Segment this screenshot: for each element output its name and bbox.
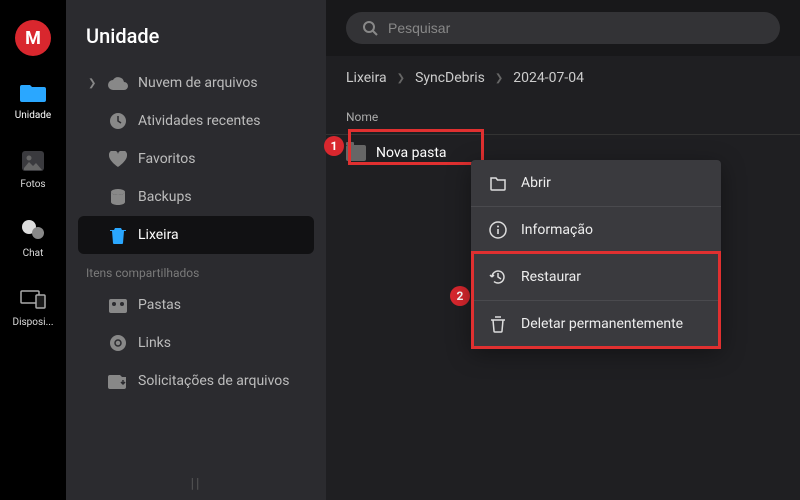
context-item-label: Abrir: [521, 175, 551, 191]
sidebar-item-cloud[interactable]: ❯ Nuvem de arquivos: [78, 64, 314, 102]
app-rail: M Unidade Fotos Chat Disposi...: [0, 0, 66, 500]
annotation-badge-2: 2: [450, 286, 470, 306]
folder-icon: [346, 145, 366, 161]
topbar: [326, 0, 800, 56]
database-icon: [108, 187, 128, 207]
sidebar-item-trash[interactable]: Lixeira: [78, 216, 314, 254]
context-menu: Abrir Informação Restaurar Deletar perma…: [471, 160, 721, 347]
context-restore[interactable]: Restaurar: [471, 254, 721, 301]
sidebar-item-recent[interactable]: Atividades recentes: [78, 102, 314, 140]
annotation-badge-1: 1: [324, 136, 344, 156]
row-name: Nova pasta: [376, 145, 447, 161]
context-open[interactable]: Abrir: [471, 160, 721, 207]
sidebar-item-label: Backups: [138, 189, 192, 205]
sidebar-section-shared: Itens compartilhados: [66, 254, 326, 286]
context-info[interactable]: Informação: [471, 207, 721, 254]
rail-item-chat[interactable]: Chat: [0, 212, 66, 263]
inbox-icon: [108, 371, 128, 391]
rail-label: Fotos: [20, 179, 45, 190]
rail-label: Chat: [23, 248, 44, 259]
trash-icon: [489, 315, 507, 333]
folder-open-icon: [489, 174, 507, 192]
sidebar-shared-tree: Pastas Links Solicitações de arquivos: [66, 286, 326, 400]
breadcrumb-item[interactable]: Lixeira: [346, 70, 387, 86]
sidebar-item-links[interactable]: Links: [78, 324, 314, 362]
rail-item-drive[interactable]: Unidade: [0, 74, 66, 125]
rail-item-devices[interactable]: Disposi...: [0, 281, 66, 332]
sidebar-title: Unidade: [66, 0, 326, 64]
sidebar-item-requests[interactable]: Solicitações de arquivos: [78, 362, 314, 400]
chat-icon: [19, 216, 47, 244]
rail-label: Disposi...: [13, 317, 54, 328]
sidebar-item-folders[interactable]: Pastas: [78, 286, 314, 324]
context-delete[interactable]: Deletar permanentemente: [471, 301, 721, 347]
sidebar-item-label: Nuvem de arquivos: [138, 75, 258, 91]
sidebar-item-label: Atividades recentes: [138, 113, 260, 129]
column-name[interactable]: Nome: [346, 110, 378, 124]
link-icon: [108, 333, 128, 353]
shared-folder-icon: [108, 295, 128, 315]
restore-icon: [489, 268, 507, 286]
context-item-label: Deletar permanentemente: [521, 316, 683, 332]
sidebar-item-favorites[interactable]: Favoritos: [78, 140, 314, 178]
sidebar-item-label: Links: [138, 335, 171, 351]
heart-icon: [108, 149, 128, 169]
breadcrumb-item[interactable]: SyncDebris: [415, 70, 485, 86]
sidebar: Unidade ❯ Nuvem de arquivos Atividades r…: [66, 0, 326, 500]
cloud-icon: [108, 73, 128, 93]
folder-icon: [19, 78, 47, 106]
chevron-right-icon: ❯: [495, 73, 503, 84]
info-icon: [489, 221, 507, 239]
breadcrumb-item[interactable]: 2024-07-04: [513, 70, 584, 86]
search-box[interactable]: [346, 12, 780, 44]
sidebar-tree: ❯ Nuvem de arquivos Atividades recentes …: [66, 64, 326, 254]
sidebar-item-label: Lixeira: [138, 227, 179, 243]
table-header: Nome: [326, 100, 800, 135]
clock-icon: [108, 111, 128, 131]
sidebar-item-label: Pastas: [138, 297, 181, 313]
sidebar-item-backups[interactable]: Backups: [78, 178, 314, 216]
devices-icon: [19, 285, 47, 313]
sidebar-item-label: Solicitações de arquivos: [138, 373, 289, 389]
app-logo[interactable]: M: [15, 20, 51, 56]
chevron-right-icon: ❯: [397, 73, 405, 84]
context-item-label: Informação: [521, 222, 593, 238]
trash-icon: [108, 225, 128, 245]
breadcrumb: Lixeira ❯ SyncDebris ❯ 2024-07-04: [326, 56, 800, 100]
rail-label: Unidade: [15, 110, 51, 121]
resize-handle[interactable]: ||: [66, 468, 326, 500]
rail-item-photos[interactable]: Fotos: [0, 143, 66, 194]
image-icon: [19, 147, 47, 175]
sidebar-item-label: Favoritos: [138, 151, 195, 167]
search-icon: [362, 20, 378, 36]
search-input[interactable]: [388, 20, 764, 36]
main-content: Lixeira ❯ SyncDebris ❯ 2024-07-04 Nome N…: [326, 0, 800, 500]
chevron-right-icon: ❯: [88, 78, 98, 89]
context-item-label: Restaurar: [521, 269, 581, 285]
